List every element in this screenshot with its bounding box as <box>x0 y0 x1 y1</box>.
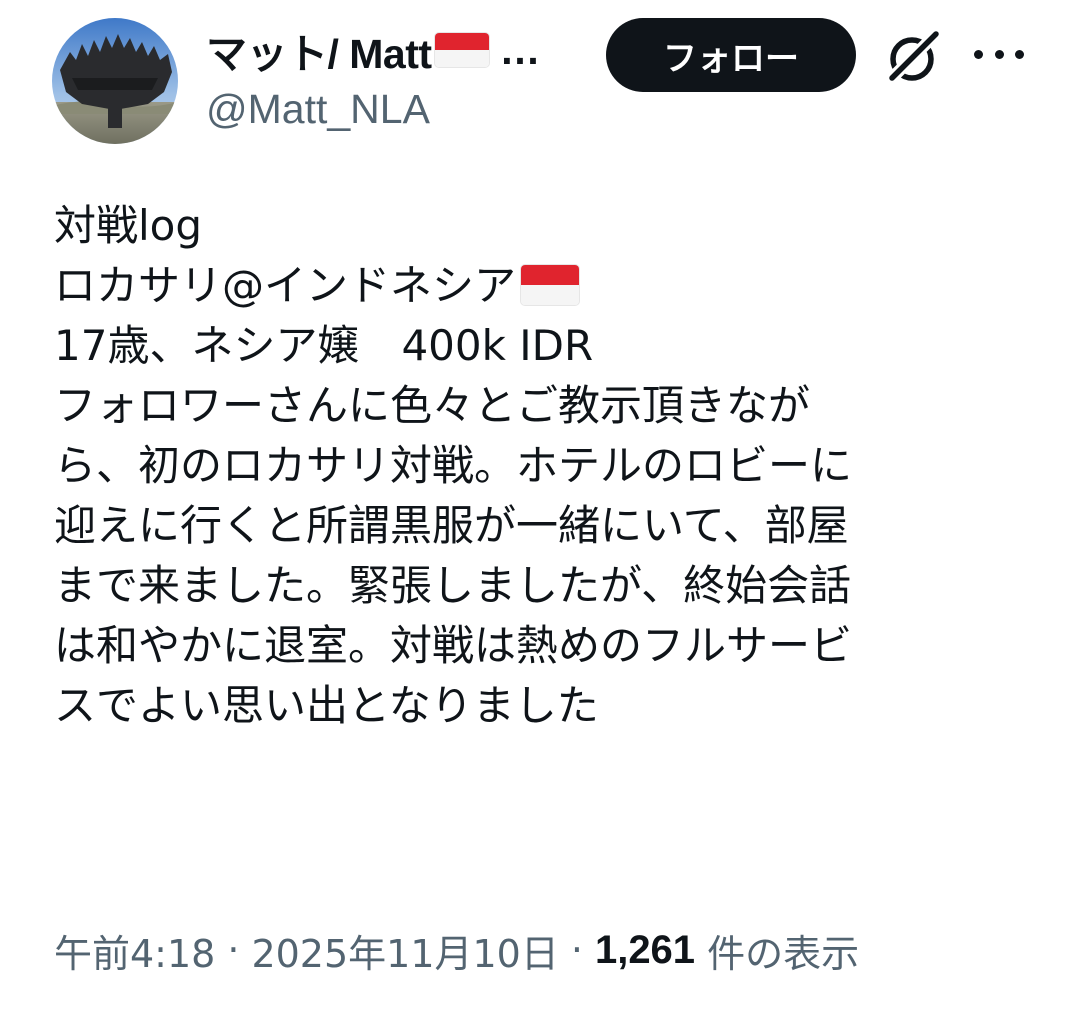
tweet-line: 迎えに行くと所謂黒服が一緒にいて、部屋 <box>54 501 849 550</box>
follow-button[interactable]: フォロー <box>606 18 856 92</box>
tweet-line: は和やかに退室。対戦は熱めのフルサービ <box>54 621 853 670</box>
tweet-line-with-flag: ロカサリ@インドネシア <box>54 256 1014 316</box>
tweet-date[interactable]: 2025年11月10日 <box>251 923 558 978</box>
indonesia-flag-icon <box>433 32 490 68</box>
more-dot <box>974 49 983 59</box>
meta-separator: · <box>227 928 240 972</box>
views-label[interactable]: 件の表示 <box>707 923 859 978</box>
author-display-name[interactable]: マット/ Matt <box>206 20 432 80</box>
tweet-line: 対戦log <box>54 201 203 250</box>
tweet-line: まで来ました。緊張しましたが、終始会話 <box>54 561 852 610</box>
meta-separator: · <box>570 928 583 972</box>
views-count[interactable]: 1,261 <box>595 928 695 973</box>
grok-icon[interactable] <box>882 26 944 88</box>
more-dot <box>994 49 1004 59</box>
tweet-line: スでよい思い出となりました <box>54 681 599 730</box>
tweet-line: フォロワーさんに色々とご教示頂きなが <box>54 381 811 430</box>
tweet-line: 17歳、ネシア嬢 400k IDR <box>54 321 594 370</box>
indonesia-flag-icon <box>520 264 581 306</box>
tweet-card: マット/ Matt … @Matt_NLA フォロー 対戦log ロカサリ@イン… <box>0 0 1080 1030</box>
tweet-meta: 午前4:18 · 2025年11月10日 · 1,261 件の表示 <box>54 920 859 980</box>
more-horizontal-icon[interactable] <box>974 34 1024 74</box>
name-truncation: … <box>499 26 541 73</box>
author-avatar[interactable] <box>52 18 178 144</box>
tweet-time[interactable]: 午前4:18 <box>54 923 215 978</box>
avatar-photo-sculpture-icon <box>52 18 178 144</box>
more-dot <box>1015 49 1024 59</box>
author-handle[interactable]: @Matt_NLA <box>206 86 430 133</box>
tweet-line: ら、初のロカサリ対戦。ホテルのロビーに <box>54 441 853 490</box>
author-name-row[interactable]: マット/ Matt … <box>206 22 586 78</box>
tweet-line-text: ロカサリ@インドネシア <box>54 261 517 310</box>
tweet-text: 対戦log ロカサリ@インドネシア 17歳、ネシア嬢 400k IDR フォロワ… <box>54 196 1014 736</box>
